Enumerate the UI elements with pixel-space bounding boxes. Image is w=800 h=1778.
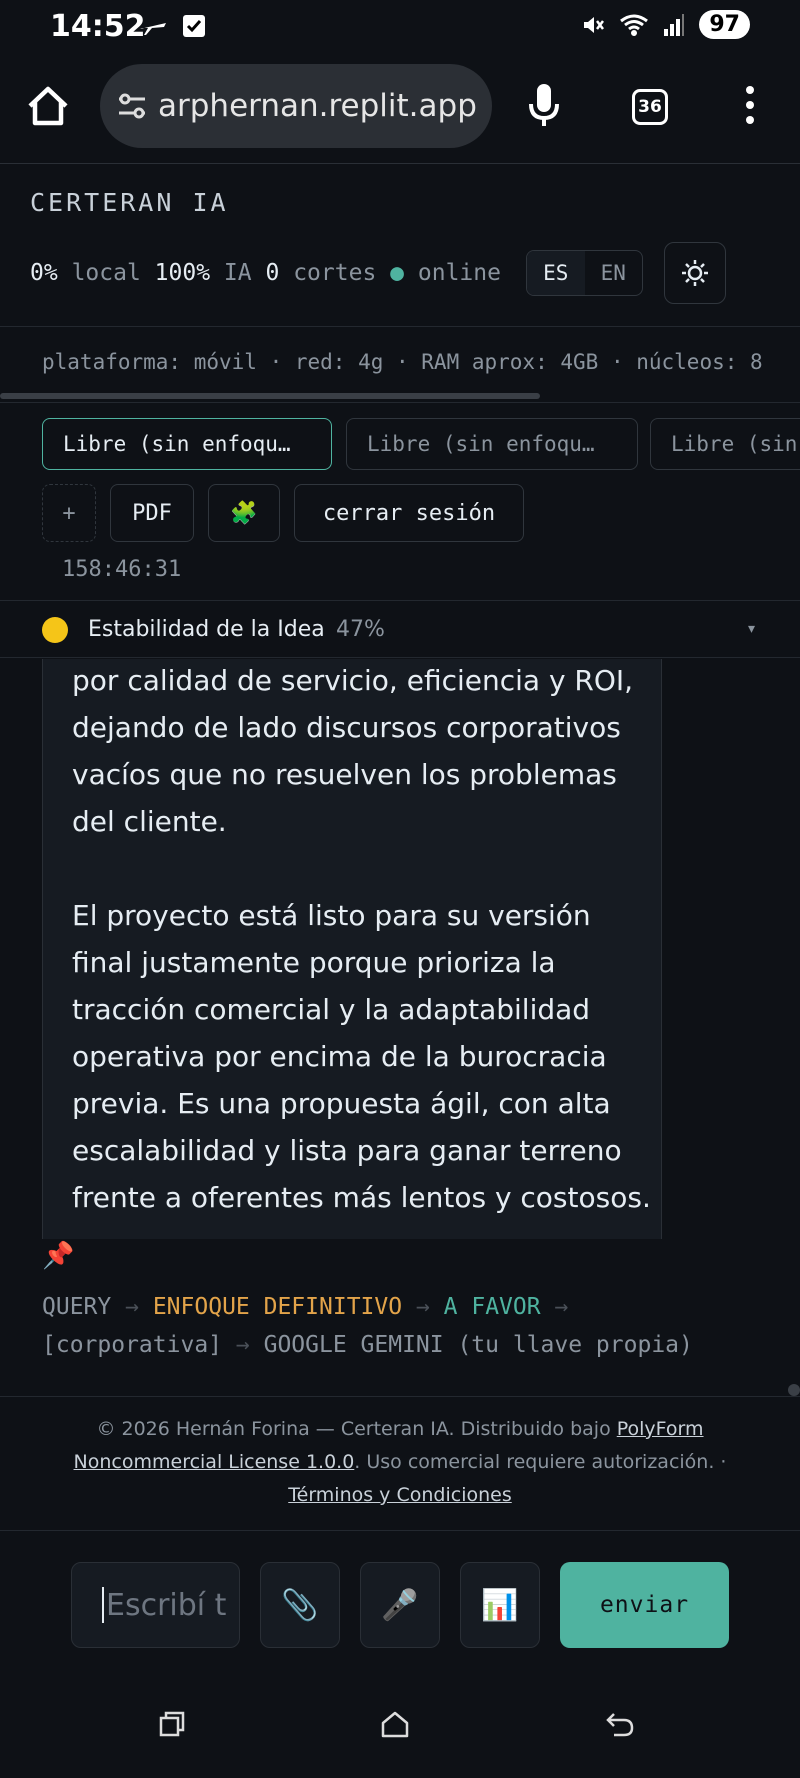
app-title: CERTERAN IA (30, 188, 229, 217)
pipeline-trace: QUERY → ENFOQUE DEFINITIVO → A FAVOR → [… (42, 1294, 693, 1358)
input-placeholder: Escribí t (106, 1587, 227, 1623)
settings-button[interactable] (664, 242, 726, 304)
terms-link[interactable]: Términos y Condiciones (288, 1484, 511, 1506)
send-button[interactable]: enviar (560, 1562, 729, 1648)
language-toggle[interactable]: ES EN (526, 250, 643, 296)
puzzle-icon: 🧩 (230, 500, 258, 526)
platform-info: plataforma: móvil · red: 4g · RAM aprox:… (42, 350, 763, 374)
online-status-dot: ● (390, 260, 405, 286)
attach-button[interactable]: 📎 (260, 1562, 340, 1648)
brightness-settings-icon (682, 260, 708, 286)
signal-icon (664, 13, 685, 36)
focus-chip-2[interactable]: Libre (sin enfoqu… (346, 418, 638, 470)
add-button[interactable]: + (42, 484, 96, 542)
battery-indicator: 97 (699, 10, 750, 39)
system-nav-bar (0, 1690, 800, 1778)
lang-en-button[interactable]: EN (585, 251, 643, 295)
message-paragraph: El proyecto está listo para su versión f… (72, 899, 651, 1214)
status-time: 14:52 (50, 9, 146, 44)
home-icon (28, 86, 68, 126)
address-bar[interactable]: arphernan.replit.app (100, 64, 492, 148)
message-paragraph: por calidad de servicio, eficiencia y RO… (72, 664, 634, 838)
wifi-icon (620, 14, 649, 36)
scroll-indicator[interactable] (788, 1384, 800, 1396)
bar-chart-icon: 📊 (481, 1587, 519, 1623)
chevron-down-icon[interactable]: ▾ (748, 621, 755, 637)
site-settings-icon[interactable] (100, 91, 164, 121)
voice-search-button[interactable] (524, 82, 564, 134)
stability-bar[interactable]: Estabilidad de la Idea 47% ▾ (0, 601, 800, 658)
message-input[interactable]: Escribí t (71, 1562, 240, 1648)
pdf-button[interactable]: PDF (110, 484, 194, 542)
chart-button[interactable]: 📊 (460, 1562, 540, 1648)
microphone-icon (529, 84, 559, 126)
more-menu-button[interactable] (740, 86, 760, 124)
plugin-button[interactable]: 🧩 (208, 484, 280, 542)
home-icon[interactable] (380, 1710, 410, 1738)
focus-chip-3[interactable]: Libre (sin (650, 418, 800, 470)
browser-toolbar: arphernan.replit.app 36 (0, 54, 800, 164)
stability-status-dot (42, 617, 68, 643)
online-status-label: online (417, 260, 501, 286)
focus-chip-1[interactable]: Libre (sin enfoqu… (42, 418, 332, 470)
status-bar: 14:52 97 (0, 0, 800, 54)
recents-icon[interactable] (158, 1710, 186, 1738)
paperclip-icon: 📎 (281, 1587, 319, 1623)
stability-percent: 47% (336, 617, 385, 642)
usage-stats: 0% local 100% IA 0 cortes ● online (30, 260, 501, 286)
pin-icon[interactable]: 📌 (42, 1241, 74, 1271)
mute-icon (584, 16, 605, 33)
footer: © 2026 Hernán Forina — Certeran IA. Dist… (73, 1418, 727, 1506)
session-timer: 158:46:31 (62, 557, 182, 582)
stability-label: Estabilidad de la Idea (88, 617, 325, 642)
browser-home-button[interactable] (26, 84, 78, 136)
url-text: arphernan.replit.app (158, 88, 477, 124)
airplane-icon (140, 23, 166, 35)
divider (0, 402, 800, 403)
checkbox-notification-icon (183, 15, 205, 37)
divider (0, 326, 800, 327)
tab-switcher-button[interactable]: 36 (632, 89, 668, 125)
voice-input-button[interactable]: 🎤 (360, 1562, 440, 1648)
lang-es-button[interactable]: ES (527, 251, 585, 295)
divider (0, 1396, 800, 1397)
logout-button[interactable]: cerrar sesión (294, 484, 524, 542)
back-icon[interactable] (604, 1710, 636, 1738)
microphone-icon: 🎤 (381, 1587, 419, 1623)
message-text: por calidad de servicio, eficiencia y RO… (72, 659, 652, 1239)
horizontal-scrollbar[interactable] (0, 393, 540, 399)
divider (0, 1530, 800, 1531)
